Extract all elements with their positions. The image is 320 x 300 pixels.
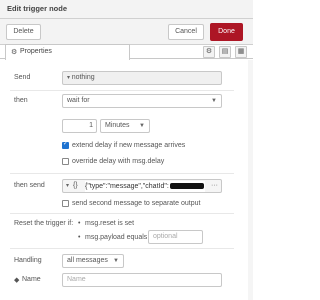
override-delay-label: override delay with msg.delay [72, 158, 165, 165]
cancel-button[interactable]: Cancel [168, 24, 204, 40]
reset-label: Reset the trigger if: [14, 220, 74, 227]
duration-input[interactable]: 1 [62, 119, 97, 133]
chevron-down-icon: ▼ [211, 98, 217, 104]
duration-units-select[interactable]: Minutes ▼ [100, 119, 150, 133]
dialog-title: Edit trigger node [7, 4, 67, 13]
then-label: then [14, 97, 28, 104]
reset-item-msg-payload: msg.payload equals [85, 234, 148, 241]
divider [10, 248, 234, 249]
then-select[interactable]: wait for ▼ [62, 94, 222, 108]
override-delay-checkbox[interactable] [62, 158, 69, 165]
extend-delay-checkbox[interactable] [62, 140, 69, 149]
settings-gear-icon[interactable]: ⚙ [203, 46, 215, 58]
reset-payload-input[interactable]: optional [148, 230, 203, 244]
divider [10, 90, 234, 91]
extend-delay-label: extend delay if new message arrives [72, 142, 186, 149]
handling-label: Handling [14, 257, 42, 264]
expand-editor-icon[interactable]: ··· [211, 180, 218, 192]
divider [10, 213, 234, 214]
type-json-icon: {} [73, 182, 78, 189]
send-select[interactable]: ▾ nothing [62, 71, 222, 85]
name-input[interactable]: Name [62, 273, 222, 287]
tab-bar: ⚙ Properties ⚙ ▤ ▦ [0, 44, 253, 60]
caret-icon: ▾ [66, 183, 70, 189]
duration-units-value: Minutes [105, 122, 130, 129]
reset-item-msg-reset: msg.reset is set [85, 220, 135, 227]
then-value: wait for [67, 97, 90, 104]
duration-value: 1 [89, 122, 93, 129]
bullet: • [78, 234, 81, 241]
divider [10, 173, 234, 174]
gear-icon: ⚙ [11, 49, 18, 56]
tag-icon: ◆ [14, 277, 20, 284]
second-message-label: send second message to separate output [72, 200, 201, 207]
chevron-down-icon: ▼ [113, 258, 119, 264]
tab-properties[interactable]: ⚙ Properties [5, 44, 130, 60]
description-icon[interactable]: ▤ [219, 46, 231, 58]
then-send-typedinput[interactable]: ▾ {} {"type":"message","chatId": ··· [62, 179, 222, 193]
name-label: Name [22, 276, 41, 283]
second-message-checkbox[interactable] [62, 200, 69, 207]
handling-value: all messages [67, 257, 108, 264]
chevron-down-icon: ▼ [139, 123, 145, 129]
name-placeholder: Name [67, 276, 86, 283]
done-button[interactable]: Done [210, 23, 243, 41]
send-value: nothing [71, 74, 95, 81]
redaction-mark [170, 183, 204, 189]
bullet: • [78, 220, 81, 227]
tab-properties-label: Properties [20, 48, 52, 55]
then-send-label: then send [14, 182, 45, 189]
reset-payload-placeholder: optional [153, 233, 178, 240]
scrollbar[interactable] [248, 60, 253, 300]
dialog-titlebar: Edit trigger node [0, 0, 253, 19]
send-label: Send [14, 74, 31, 81]
handling-select[interactable]: all messages ▼ [62, 254, 124, 268]
dialog-toolbar: Delete Cancel Done [0, 19, 253, 45]
delete-button[interactable]: Delete [6, 24, 41, 40]
appearance-icon[interactable]: ▦ [235, 46, 247, 58]
